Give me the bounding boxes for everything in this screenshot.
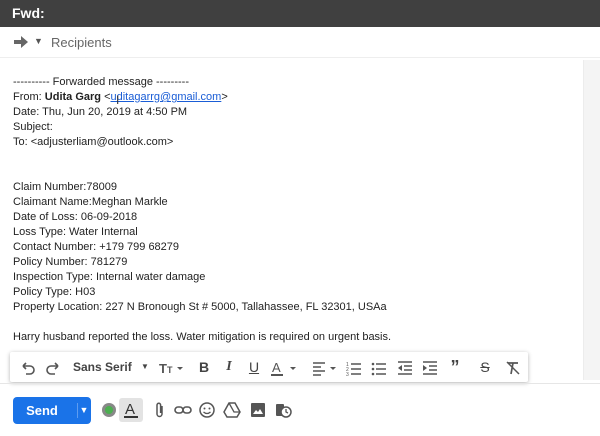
- body-line: Claim Number:78009: [13, 181, 117, 193]
- from-line: From: Udita Garg <uditagarrg@gmail.com>: [13, 91, 228, 103]
- body-line: Date of Loss: 06-09-2018: [13, 211, 138, 223]
- sender-name: Udita Garg: [44, 91, 102, 103]
- text-color-icon[interactable]: A: [269, 352, 301, 382]
- body-line: Claimant Name:Meghan Markle: [13, 196, 168, 208]
- italic-icon[interactable]: I: [219, 352, 239, 382]
- send-button-group: Send ▼: [13, 397, 91, 424]
- formatting-icon[interactable]: A: [122, 400, 140, 418]
- align-icon[interactable]: [311, 352, 341, 382]
- date-line: Date: Thu, Jun 20, 2019 at 4:50 PM: [13, 106, 188, 118]
- indent-more-icon[interactable]: [421, 352, 439, 382]
- strikethrough-icon[interactable]: S: [476, 352, 494, 382]
- body-line: Loss Type: Water Internal: [13, 226, 138, 238]
- body-line: Contact Number: +179 799 68279: [13, 241, 180, 253]
- redo-icon[interactable]: [43, 352, 63, 382]
- forward-arrow-icon[interactable]: [14, 36, 28, 48]
- body-line: Property Location: 227 N Bronough St # 5…: [13, 301, 387, 313]
- window-title: Fwd:: [12, 5, 45, 21]
- body-line: Policy Number: 781279: [13, 256, 128, 268]
- svg-text:T: T: [159, 361, 167, 376]
- to-line: To: <adjusterliam@outlook.com>: [13, 136, 174, 148]
- divider: [0, 383, 600, 384]
- forward-header: ---------- Forwarded message ---------: [13, 76, 189, 88]
- chevron-down-icon[interactable]: ▼: [34, 36, 43, 46]
- attach-icon[interactable]: [151, 401, 169, 419]
- quote-icon[interactable]: ”: [446, 352, 464, 382]
- avatar[interactable]: [100, 401, 118, 419]
- photo-icon[interactable]: [249, 401, 267, 419]
- svg-text:A: A: [125, 401, 135, 418]
- sender-email-link[interactable]: uditagarrg@gmail.com: [111, 91, 222, 103]
- svg-text:T: T: [167, 365, 173, 375]
- svg-text:3: 3: [346, 372, 349, 376]
- undo-icon[interactable]: [18, 352, 38, 382]
- emoji-icon[interactable]: [198, 401, 216, 419]
- recipients-field[interactable]: Recipients: [51, 35, 112, 50]
- remove-formatting-icon[interactable]: [504, 352, 522, 382]
- body-line: Policy Type: H03: [13, 286, 96, 298]
- font-size-icon[interactable]: TT: [158, 352, 186, 382]
- font-family-select[interactable]: Sans Serif ▼: [73, 352, 153, 382]
- send-options-chevron-icon[interactable]: ▼: [77, 397, 91, 424]
- bulleted-list-icon[interactable]: [370, 352, 388, 382]
- drive-icon[interactable]: [223, 401, 241, 419]
- numbered-list-icon[interactable]: 123: [345, 352, 363, 382]
- body-scrollbar[interactable]: [583, 60, 600, 380]
- compose-title-bar: Fwd:: [0, 0, 600, 27]
- text-cursor-icon: I: [116, 93, 120, 107]
- subject-line: Subject:: [13, 121, 53, 133]
- body-note: Harry husband reported the loss. Water m…: [13, 331, 392, 343]
- schedule-icon[interactable]: [274, 401, 292, 419]
- bold-icon[interactable]: B: [194, 352, 214, 382]
- recipients-row[interactable]: ▼ Recipients: [0, 27, 600, 58]
- message-body[interactable]: ---------- Forwarded message --------- F…: [13, 75, 583, 345]
- formatting-toolbar: Sans Serif ▼ TT B I U A 123 ” S: [10, 352, 528, 382]
- svg-text:A: A: [272, 360, 281, 375]
- chevron-down-icon: ▼: [141, 362, 149, 371]
- send-button[interactable]: Send: [13, 397, 71, 424]
- body-line: Inspection Type: Internal water damage: [13, 271, 206, 283]
- link-icon[interactable]: [174, 401, 192, 419]
- underline-icon[interactable]: U: [244, 352, 264, 382]
- indent-less-icon[interactable]: [396, 352, 414, 382]
